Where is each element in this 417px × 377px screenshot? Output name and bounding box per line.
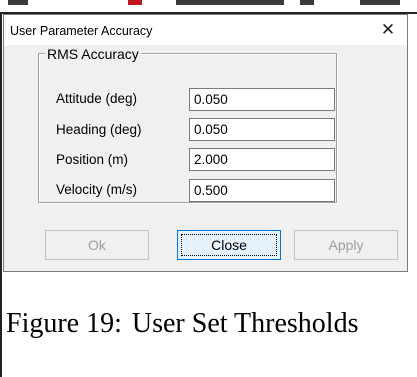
title-bar[interactable]: User Parameter Accuracy ✕ (4, 15, 407, 45)
header-fragment (300, 0, 314, 5)
velocity-label: Velocity (m/s) (56, 182, 138, 197)
header-fragment (360, 0, 400, 5)
position-label: Position (m) (56, 152, 129, 167)
heading-label: Heading (deg) (56, 122, 142, 137)
close-button[interactable]: Close (177, 230, 281, 260)
header-fragment (176, 0, 284, 5)
close-button-label: Close (211, 237, 247, 253)
figure-caption-text: User Set Thresholds (131, 308, 359, 339)
close-icon[interactable]: ✕ (377, 19, 399, 41)
attitude-label: Attitude (deg) (56, 91, 138, 106)
heading-input[interactable] (189, 118, 335, 141)
ok-button[interactable]: Ok (45, 230, 149, 260)
figure-number: Figure 19: (6, 308, 122, 339)
velocity-input[interactable] (189, 179, 335, 202)
figure-caption: Figure 19: User Set Thresholds (6, 307, 411, 341)
header-fragment (128, 0, 142, 5)
dialog-title: User Parameter Accuracy (10, 24, 153, 38)
header-fragment (8, 0, 28, 5)
page-left-rule (0, 0, 2, 377)
apply-button[interactable]: Apply (294, 230, 398, 260)
attitude-input[interactable] (189, 88, 335, 111)
group-legend: RMS Accuracy (45, 46, 141, 62)
position-input[interactable] (189, 148, 335, 171)
